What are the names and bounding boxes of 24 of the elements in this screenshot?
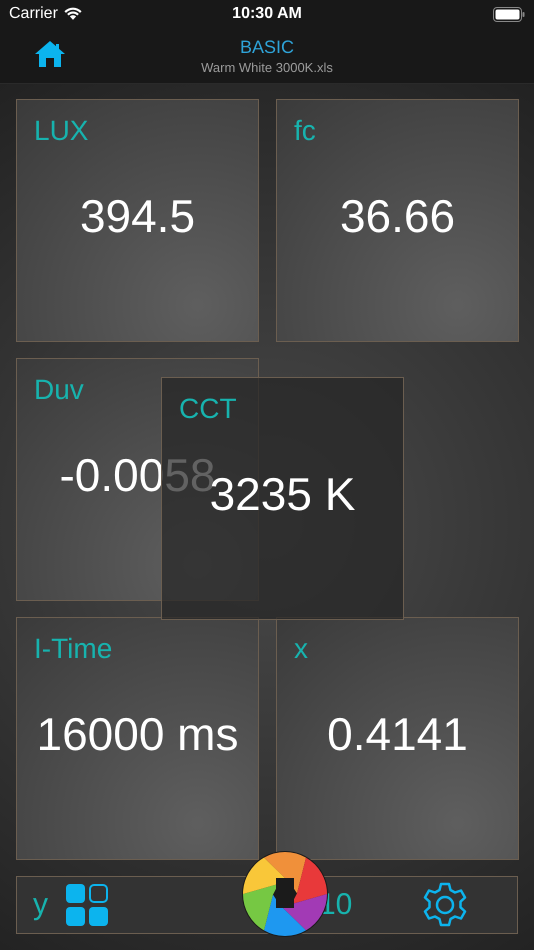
tile-value: 36.66 (340, 189, 456, 244)
clock-time: 10:30 AM (232, 4, 302, 24)
file-name: Warm White 3000K.xls (201, 58, 333, 76)
tile-label: fc (294, 114, 316, 148)
carrier-label: Carrier (9, 4, 58, 24)
settings-icon[interactable] (421, 881, 469, 929)
reading-tile[interactable]: LUX 394.5 (16, 99, 259, 342)
tile-label: CCT (179, 392, 237, 426)
axis-label: y (33, 887, 48, 923)
tile-value: 394.5 (80, 189, 196, 244)
tile-label: I-Time (34, 632, 112, 666)
reading-tile[interactable]: fc 36.66 (276, 99, 519, 342)
tile-label: LUX (34, 114, 88, 148)
page-title: BASIC (240, 36, 294, 58)
reading-tile[interactable]: x 0.4141 (276, 617, 519, 860)
wifi-icon (64, 7, 82, 21)
tile-label: Duv (34, 373, 84, 407)
grid-view-icon[interactable] (66, 884, 108, 926)
battery-icon (493, 6, 525, 22)
reading-tile[interactable]: I-Time 16000 ms (16, 617, 259, 860)
tile-value: 16000 ms (36, 707, 238, 762)
tile-label: x (294, 632, 308, 666)
home-icon[interactable] (34, 40, 66, 68)
tile-value: 0.4141 (327, 707, 468, 762)
